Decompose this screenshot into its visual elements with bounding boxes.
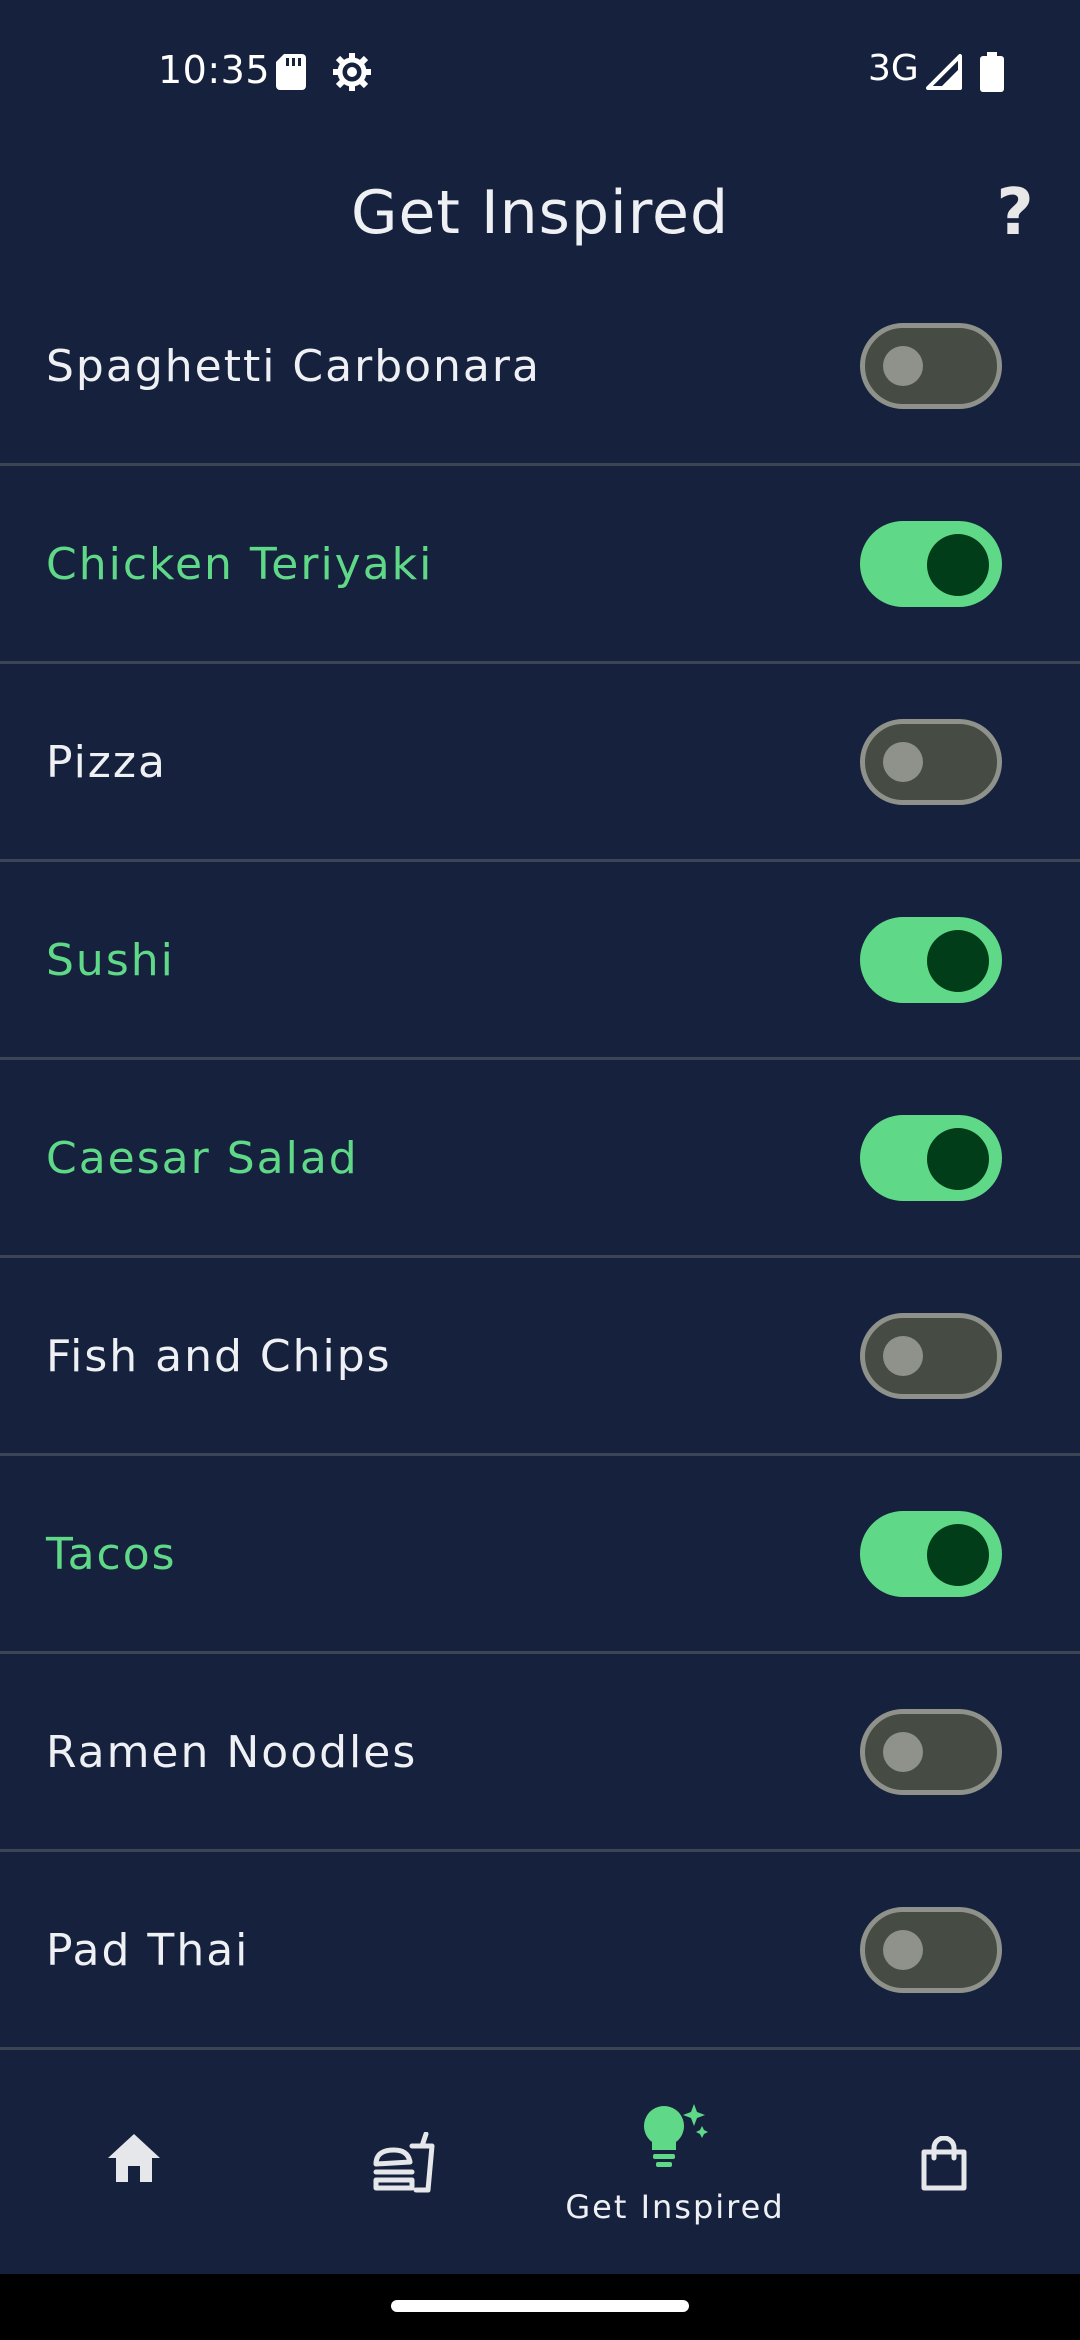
list-item[interactable]: Pad Thai [0,1852,1080,2050]
dish-label: Pizza [46,737,167,788]
gesture-area [0,2274,1080,2340]
toggle-knob [927,930,989,992]
dish-label: Caesar Salad [46,1133,359,1184]
food-icon [373,2132,435,2193]
toggle-knob [883,1732,923,1772]
dish-toggle[interactable] [860,323,1002,409]
dish-label: Fish and Chips [46,1331,392,1382]
status-bar: 10:35 3G [0,0,1080,140]
home-icon [108,2134,160,2182]
toggle-knob [883,1930,923,1970]
list-item[interactable]: Chicken Teriyaki [0,466,1080,664]
toggle-knob [883,346,923,386]
toggle-knob [927,1524,989,1586]
nav-item-home[interactable] [0,2056,270,2274]
dish-toggle[interactable] [860,521,1002,607]
sd-card-icon [276,54,306,90]
signal-icon [926,54,962,90]
list-item[interactable]: Pizza [0,664,1080,862]
list-item[interactable]: Sushi [0,862,1080,1060]
dish-toggle[interactable] [860,1313,1002,1399]
dish-toggle[interactable] [860,1907,1002,1993]
dish-label: Ramen Noodles [46,1727,418,1778]
gear-icon [333,53,371,91]
lightbulb-icon [644,2104,708,2167]
dish-label: Pad Thai [46,1925,250,1976]
list-item[interactable]: Spaghetti Carbonara [0,268,1080,466]
network-type: 3G [868,48,919,89]
dish-list: Spaghetti Carbonara Chicken Teriyaki Pizza… [0,268,1080,2050]
dish-label: Sushi [46,935,175,986]
toggle-knob [883,742,923,782]
screen: 10:35 3G Get Inspired ? Spaghetti Carbon… [0,0,1080,2340]
list-item[interactable]: Ramen Noodles [0,1654,1080,1852]
status-time: 10:35 [158,48,271,92]
nav-label-get-inspired: Get Inspired [565,2188,785,2226]
page-title: Get Inspired [350,178,730,248]
battery-icon [980,52,1004,92]
dish-toggle[interactable] [860,1115,1002,1201]
dish-toggle[interactable] [860,1511,1002,1597]
list-item[interactable]: Caesar Salad [0,1060,1080,1258]
list-item[interactable]: Fish and Chips [0,1258,1080,1456]
nav-item-get-inspired[interactable]: Get Inspired [540,2056,810,2274]
dish-toggle[interactable] [860,719,1002,805]
list-item[interactable]: Tacos [0,1456,1080,1654]
toggle-knob [883,1336,923,1376]
help-button[interactable]: ? [990,178,1040,248]
dish-label: Spaghetti Carbonara [46,341,541,392]
dish-label: Chicken Teriyaki [46,539,434,590]
dish-label: Tacos [46,1529,177,1580]
home-indicator[interactable] [391,2300,689,2312]
nav-item-food[interactable] [270,2056,540,2274]
dish-toggle[interactable] [860,917,1002,1003]
dish-toggle[interactable] [860,1709,1002,1795]
nav-item-shopping[interactable] [810,2056,1080,2274]
toggle-knob [927,1128,989,1190]
toggle-knob [927,534,989,596]
shopping-bag-icon [921,2136,967,2191]
bottom-nav: Get Inspired [0,2056,1080,2274]
